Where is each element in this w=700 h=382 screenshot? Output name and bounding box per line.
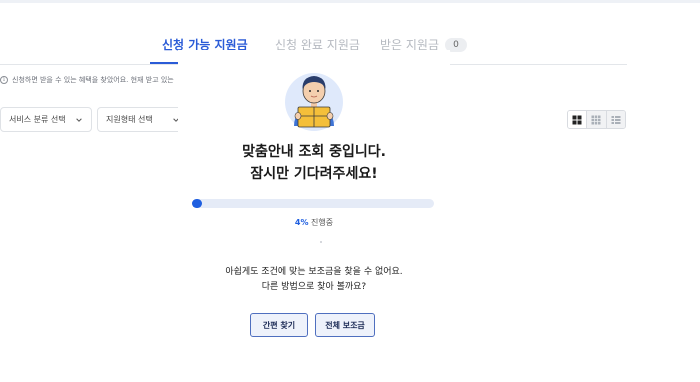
all-subsidies-button[interactable]: 전체 보조금 <box>315 313 375 337</box>
delivery-person-illustration-icon <box>285 73 343 131</box>
card-view-button[interactable] <box>568 111 588 128</box>
info-icon: i <box>0 76 8 84</box>
loading-panel: 맞춤안내 조회 중입니다. 잠시만 기다려주세요! 4% 진행중 아쉽게도 조건… <box>178 50 450 382</box>
loading-title-line2: 잠시만 기다려주세요! <box>250 166 378 182</box>
grid-2x2-icon <box>572 115 582 124</box>
service-category-select[interactable]: 서비스 분류 선택 <box>0 107 92 132</box>
select-label: 지원형태 선택 <box>106 115 153 124</box>
no-result-message-line1: 아쉽게도 조건에 맞는 보조금을 찾을 수 없어요. <box>225 267 403 277</box>
list-view-button[interactable] <box>606 111 625 128</box>
no-result-message-line2: 다른 방법으로 찾아 볼까요? <box>261 282 367 292</box>
top-strip <box>0 0 700 3</box>
support-type-select[interactable]: 지원형태 선택 <box>97 107 189 132</box>
chevron-down-icon <box>76 117 82 122</box>
divider-dot <box>320 241 322 243</box>
view-toggle <box>567 110 626 129</box>
loading-title-line1: 맞춤안내 조회 중입니다. <box>242 144 386 160</box>
progress-fill <box>192 199 202 208</box>
info-notice: i 신청하면 받을 수 있는 혜택을 찾았어요. 현재 받고 있는 <box>0 75 174 85</box>
progress-percent: 4% <box>294 218 309 227</box>
grid-3x3-icon <box>591 115 601 124</box>
select-label: 서비스 분류 선택 <box>9 115 66 124</box>
simple-search-button[interactable]: 간편 찾기 <box>250 313 308 337</box>
info-text: 신청하면 받을 수 있는 혜택을 찾았어요. 현재 받고 있는 <box>12 76 174 84</box>
grid-view-button[interactable] <box>587 111 607 128</box>
progress-bar <box>192 199 434 208</box>
list-icon <box>611 115 621 124</box>
progress-status: 4% 진행중 <box>178 217 450 228</box>
progress-suffix: 진행중 <box>311 218 334 227</box>
